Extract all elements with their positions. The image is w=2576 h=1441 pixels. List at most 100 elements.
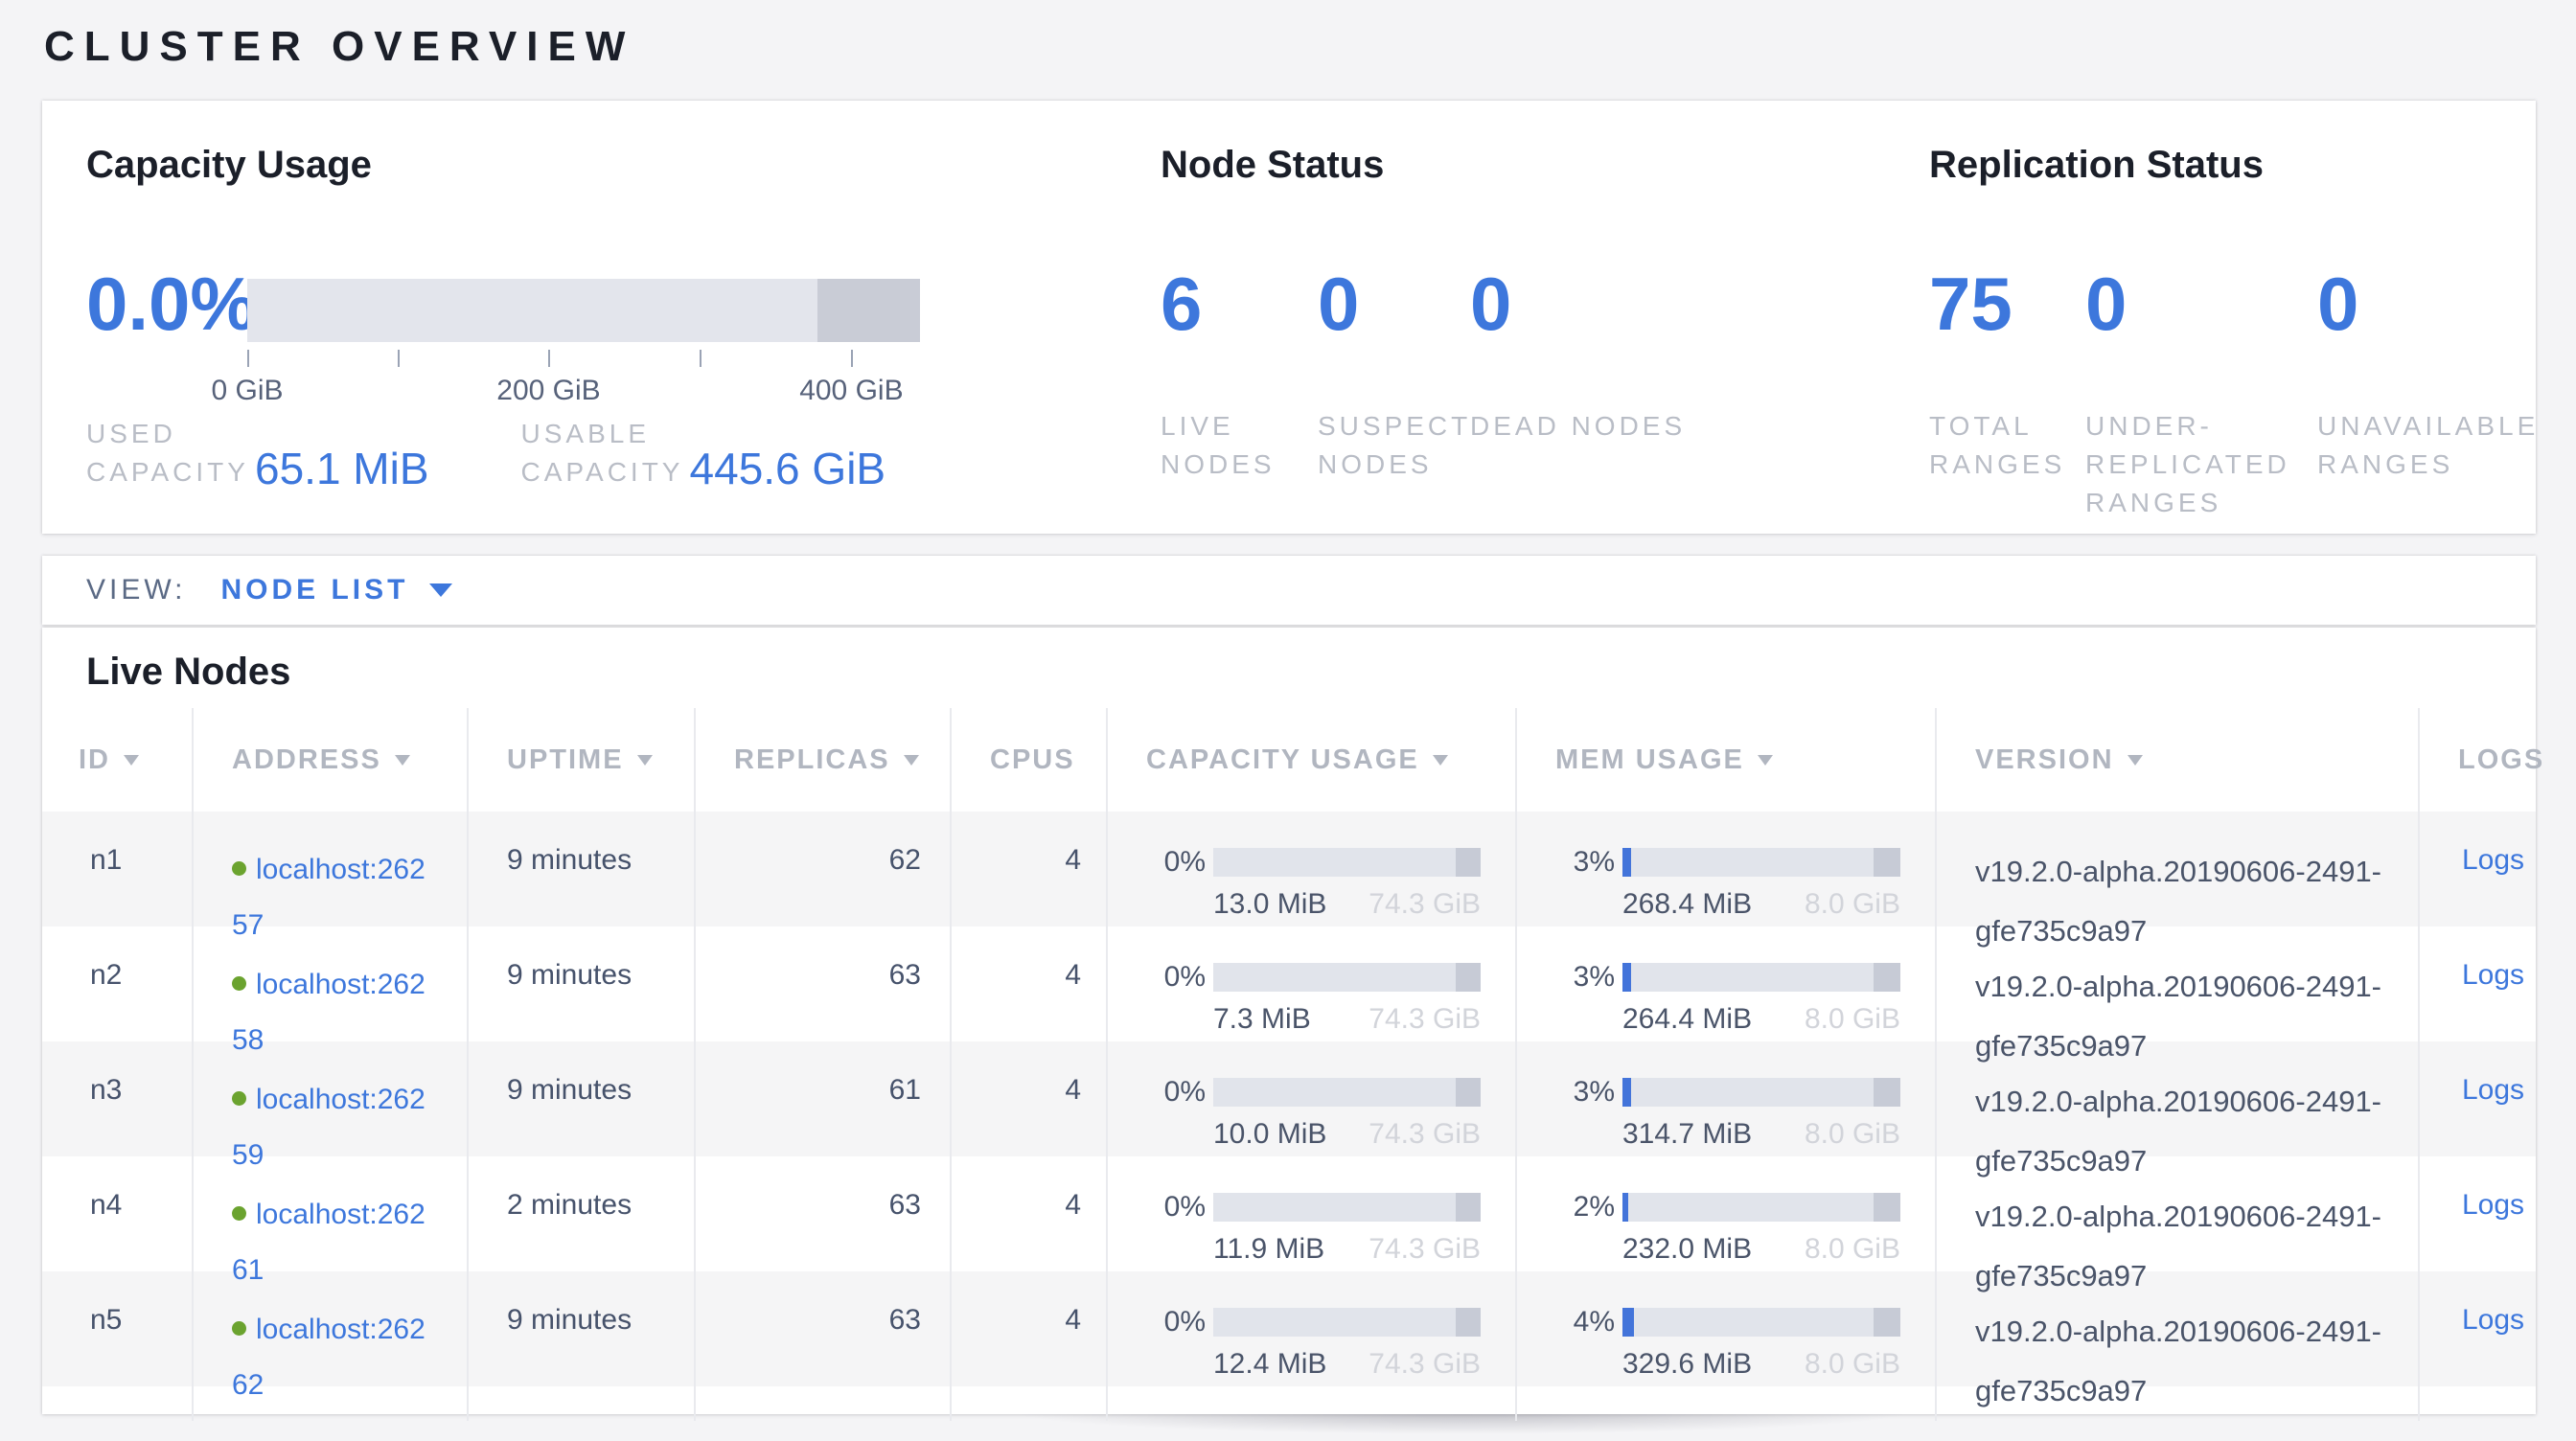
capacity-bar-reserved-segment	[1456, 963, 1482, 992]
node-logs-link[interactable]: Logs	[2462, 1189, 2524, 1221]
capacity-bar-reserved-segment	[1456, 1193, 1482, 1222]
capacity-mini-bar	[1213, 848, 1481, 877]
column-header-cpus: CPUS	[950, 708, 1106, 812]
view-dropdown-value[interactable]: NODE LIST	[220, 574, 408, 606]
column-header-address[interactable]: ADDRESS	[192, 708, 467, 812]
axis-label: 400 GiB	[799, 375, 903, 407]
view-dropdown[interactable]: NODE LIST	[220, 574, 452, 606]
usable-capacity-value: 445.6 GiB	[690, 446, 886, 492]
capacity-used-value: 12.4 MiB	[1213, 1348, 1326, 1381]
column-header-label: LOGS	[2458, 744, 2544, 776]
view-selector-bar: VIEW: NODE LIST	[42, 556, 2536, 625]
capacity-usage-title: Capacity Usage	[86, 141, 920, 189]
under-replicated-ranges-value: 0	[2085, 260, 2317, 348]
capacity-mini-bar	[1213, 1193, 1481, 1222]
mem-percent-label: 2%	[1555, 1191, 1615, 1224]
sort-arrow-icon	[1433, 755, 1448, 766]
column-header-capacity-usage[interactable]: CAPACITY USAGE	[1106, 708, 1515, 812]
view-label: VIEW:	[86, 574, 186, 606]
mem-percent-label: 3%	[1555, 1076, 1615, 1109]
overview-summary-card: Capacity Usage 0.0% 0 GiB 200 GiB 400 Gi…	[42, 101, 2536, 534]
mem-bar-fill	[1622, 1078, 1631, 1107]
column-header-uptime[interactable]: UPTIME	[467, 708, 694, 812]
capacity-percent-label: 0%	[1146, 1306, 1206, 1338]
axis-tick	[548, 350, 550, 367]
mem-bar-reserved-segment	[1874, 1308, 1900, 1337]
mem-total-value: 8.0 GiB	[1805, 1348, 1900, 1381]
mem-bar-fill	[1622, 1308, 1634, 1337]
total-ranges-label: TOTAL RANGES	[1929, 407, 2085, 484]
mem-mini-bar	[1622, 848, 1900, 877]
capacity-bar-reserved-segment	[1456, 848, 1482, 877]
dead-nodes-label: DEAD NODES	[1470, 407, 1686, 446]
under-replicated-ranges-metric: 0 UNDER-REPLICATED RANGES	[2085, 260, 2317, 522]
usable-capacity-label: USABLE CAPACITY	[521, 415, 682, 492]
table-header-row: ID ADDRESS UPTIMEREPLICAS CPUS CAPACITY USAG…	[42, 708, 2536, 812]
suspect-nodes-metric: 0 SUSPECT NODES	[1318, 260, 1470, 484]
table-row: n5 localhost:26262 9 minutes 63 4 0% 12.…	[42, 1271, 2536, 1386]
capacity-axis: 0 GiB 200 GiB 400 GiB	[247, 342, 920, 400]
unavailable-ranges-metric: 0 UNAVAILABLE RANGES	[2317, 260, 2557, 522]
live-nodes-metric: 6 LIVE NODES	[1161, 260, 1318, 484]
capacity-total-value: 74.3 GiB	[1368, 1003, 1481, 1036]
column-header-logs: LOGS	[2418, 708, 2544, 812]
total-ranges-metric: 75 TOTAL RANGES	[1929, 260, 2085, 522]
axis-tick	[700, 350, 702, 367]
sort-arrow-icon	[124, 755, 139, 766]
suspect-nodes-label: SUSPECT NODES	[1318, 407, 1470, 484]
capacity-mini-bar	[1213, 1308, 1481, 1337]
capacity-mini-bar	[1213, 1078, 1481, 1107]
column-header-label: MEM USAGE	[1555, 744, 1744, 776]
mem-bar-fill	[1622, 848, 1631, 877]
live-status-dot-icon	[232, 1321, 246, 1336]
column-header-label: CAPACITY USAGE	[1146, 744, 1419, 776]
capacity-used-value: 13.0 MiB	[1213, 888, 1326, 921]
mem-mini-bar	[1622, 1193, 1900, 1222]
used-capacity-value: 65.1 MiB	[255, 446, 429, 492]
mem-total-value: 8.0 GiB	[1805, 1003, 1900, 1036]
mem-bar-fill	[1622, 1193, 1628, 1222]
capacity-usage-section: Capacity Usage 0.0% 0 GiB 200 GiB 400 Gi…	[86, 141, 920, 492]
capacity-bar	[247, 279, 920, 342]
used-capacity-stat: USED CAPACITY 65.1 MiB	[86, 415, 429, 492]
node-logs-link[interactable]: Logs	[2462, 959, 2524, 991]
capacity-total-value: 74.3 GiB	[1368, 888, 1481, 921]
live-status-dot-icon	[232, 1206, 246, 1221]
mem-used-value: 329.6 MiB	[1622, 1348, 1752, 1381]
mem-percent-label: 4%	[1555, 1306, 1615, 1338]
capacity-total-value: 74.3 GiB	[1368, 1118, 1481, 1151]
capacity-mini-bar	[1213, 963, 1481, 992]
replication-status-section: Replication Status 75 TOTAL RANGES 0 UND…	[1929, 141, 2497, 522]
table-body: n1 localhost:26257 9 minutes 62 4 0% 13.…	[42, 812, 2536, 1386]
sort-arrow-icon	[637, 755, 653, 766]
node-logs-link[interactable]: Logs	[2462, 1304, 2524, 1336]
mem-used-value: 264.4 MiB	[1622, 1003, 1752, 1036]
column-header-mem-usage[interactable]: MEM USAGE	[1515, 708, 1935, 812]
column-header-label: ADDRESS	[232, 744, 381, 776]
column-header-version[interactable]: VERSION	[1935, 708, 2418, 812]
used-capacity-label: USED CAPACITY	[86, 415, 247, 492]
mem-bar-fill	[1622, 963, 1631, 992]
mem-bar-reserved-segment	[1874, 1078, 1900, 1107]
node-logs-link[interactable]: Logs	[2462, 1074, 2524, 1106]
mem-percent-label: 3%	[1555, 846, 1615, 879]
live-status-dot-icon	[232, 976, 246, 991]
column-header-label: CPUS	[990, 744, 1075, 776]
unavailable-ranges-value: 0	[2317, 260, 2557, 348]
column-header-label: VERSION	[1975, 744, 2114, 776]
under-replicated-ranges-label: UNDER-REPLICATED RANGES	[2085, 407, 2294, 522]
column-header-id[interactable]: ID	[42, 708, 192, 812]
live-nodes-value: 6	[1161, 260, 1318, 348]
live-nodes-card: Live Nodes IDADDRESSUPTIMEREPLICASCPUSCA…	[42, 628, 2536, 1414]
column-header-replicas[interactable]: REPLICAS	[694, 708, 950, 812]
mem-mini-bar	[1622, 963, 1900, 992]
table-row-partial	[42, 1386, 2536, 1414]
capacity-used-value: 10.0 MiB	[1213, 1118, 1326, 1151]
live-status-dot-icon	[232, 1091, 246, 1106]
sort-arrow-icon	[904, 755, 919, 766]
axis-tick	[247, 350, 249, 367]
capacity-gauge: 0.0% 0 GiB 200 GiB 400 GiB	[86, 260, 920, 403]
capacity-total-value: 74.3 GiB	[1368, 1348, 1481, 1381]
node-logs-link[interactable]: Logs	[2462, 844, 2524, 876]
mem-mini-bar	[1622, 1308, 1900, 1337]
